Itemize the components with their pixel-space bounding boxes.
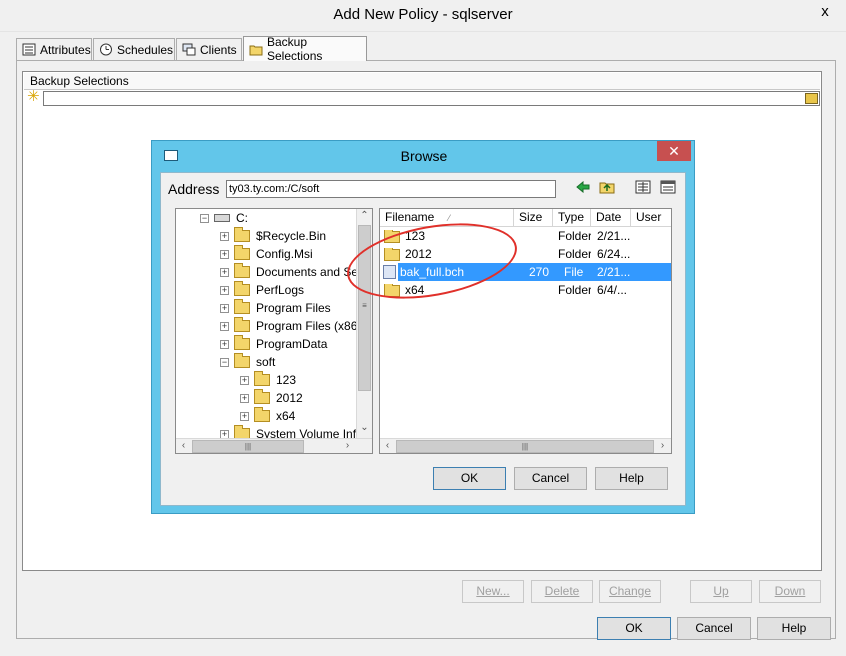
browse-dialog: Browse ✕ Address ty03.ty.com:/C/soft − C… <box>151 140 695 514</box>
dialog-title: Browse <box>400 148 448 164</box>
dialog-cancel-button[interactable]: Cancel <box>514 467 587 490</box>
window-title: Add New Policy - sqlserver <box>333 6 513 23</box>
scroll-thumb[interactable]: ||| <box>192 440 304 453</box>
clock-icon <box>99 43 113 56</box>
tree-item[interactable]: + Program Files (x86) <box>220 317 361 335</box>
folder-icon <box>254 371 270 386</box>
folder-icon <box>254 407 270 422</box>
folder-icon <box>234 317 250 332</box>
tree-item-soft[interactable]: − soft <box>220 353 275 371</box>
up-button[interactable]: Up <box>690 580 752 603</box>
tab-label: Backup Selections <box>267 35 323 63</box>
tab-clients[interactable]: Clients <box>176 38 242 60</box>
cancel-button[interactable]: Cancel <box>677 617 751 640</box>
expand-icon[interactable]: + <box>220 321 229 331</box>
details-view-icon[interactable] <box>659 178 677 196</box>
tab-attributes[interactable]: Attributes <box>16 38 92 60</box>
up-folder-icon[interactable] <box>598 178 616 196</box>
tab-schedules[interactable]: Schedules <box>93 38 175 60</box>
dialog-help-button[interactable]: Help <box>595 467 668 490</box>
tab-label: Attributes <box>40 42 91 57</box>
tab-backup-selections[interactable]: Backup Selections <box>243 35 367 63</box>
expand-icon[interactable]: + <box>240 375 249 385</box>
backup-selections-header: Backup Selections <box>24 73 820 90</box>
collapse-icon[interactable]: − <box>220 357 229 367</box>
expand-icon[interactable]: + <box>220 231 229 241</box>
scroll-left-icon[interactable]: ‹ <box>380 439 395 453</box>
tree-item[interactable]: +2012 <box>240 389 303 407</box>
column-header-date[interactable]: Date <box>591 209 631 227</box>
collapse-icon[interactable]: − <box>200 213 209 223</box>
tree-item[interactable]: +123 <box>240 371 296 389</box>
folder-icon <box>234 299 250 314</box>
tree-item[interactable]: + PerfLogs <box>220 281 304 299</box>
down-button[interactable]: Down <box>759 580 821 603</box>
drive-icon <box>214 214 230 222</box>
tree-item[interactable]: + Documents and Se <box>220 263 358 281</box>
expand-icon[interactable]: + <box>240 411 249 421</box>
help-button[interactable]: Help <box>757 617 831 640</box>
change-button[interactable]: Change <box>599 580 661 603</box>
column-header-size[interactable]: Size <box>514 209 553 227</box>
expand-icon[interactable]: + <box>220 339 229 349</box>
column-header-type[interactable]: Type <box>553 209 591 227</box>
tree-item-drive-c[interactable]: − C: <box>200 209 248 227</box>
tab-label: Clients <box>200 42 237 57</box>
folder-open-icon <box>234 353 250 368</box>
back-arrow-icon[interactable] <box>574 178 592 196</box>
folder-icon <box>254 389 270 404</box>
tree-horizontal-scrollbar[interactable]: ‹ ||| › <box>176 438 372 453</box>
folder-icon <box>234 281 250 296</box>
computer-icon <box>182 43 196 56</box>
expand-icon[interactable]: + <box>220 267 229 277</box>
folder-icon <box>234 335 250 350</box>
ok-button[interactable]: OK <box>597 617 671 640</box>
expand-icon[interactable]: + <box>240 393 249 403</box>
tree-item[interactable]: + ProgramData <box>220 335 327 353</box>
selection-entry-field[interactable] <box>43 91 820 106</box>
new-star-icon[interactable]: ✳ <box>27 89 41 104</box>
list-horizontal-scrollbar[interactable]: ‹ ||| › <box>380 438 671 453</box>
dialog-close-button[interactable]: ✕ <box>657 141 691 161</box>
tab-label: Schedules <box>117 42 174 57</box>
folder-icon <box>234 227 250 242</box>
tree-item[interactable]: + Config.Msi <box>220 245 313 263</box>
scroll-up-icon[interactable]: ⌃ <box>357 209 372 224</box>
folder-browse-icon[interactable] <box>805 93 818 104</box>
window-close-button[interactable]: x <box>808 2 842 24</box>
folder-icon <box>234 245 250 260</box>
tree-item[interactable]: + x64 <box>240 407 295 425</box>
expand-icon[interactable]: + <box>220 285 229 295</box>
folder-tree[interactable]: − C: + $Recycle.Bin + Config.Msi + Document… <box>175 208 373 454</box>
scroll-thumb[interactable]: ||| <box>396 440 654 453</box>
sort-icon: ⁄ <box>448 213 450 223</box>
address-label: Address <box>168 181 220 197</box>
folder-icon <box>249 43 263 56</box>
list-icon <box>22 43 36 56</box>
tree-item[interactable]: + $Recycle.Bin <box>220 227 326 245</box>
folder-icon <box>234 263 250 278</box>
expand-icon[interactable]: + <box>220 303 229 313</box>
scroll-down-icon[interactable]: ⌄ <box>357 421 372 436</box>
dialog-ok-button[interactable]: OK <box>433 467 506 490</box>
column-header-user[interactable]: User <box>631 209 671 227</box>
scroll-left-icon[interactable]: ‹ <box>176 439 191 453</box>
scroll-right-icon[interactable]: › <box>340 439 355 453</box>
address-input[interactable]: ty03.ty.com:/C/soft <box>226 180 556 198</box>
tree-item[interactable]: + Program Files <box>220 299 331 317</box>
delete-button[interactable]: Delete <box>531 580 593 603</box>
expand-icon[interactable]: + <box>220 249 229 259</box>
list-view-icon[interactable] <box>634 178 652 196</box>
new-button[interactable]: New... <box>462 580 524 603</box>
scroll-right-icon[interactable]: › <box>655 439 670 453</box>
tree-vertical-scrollbar[interactable]: ⌃ ≡ ⌄ <box>356 209 372 438</box>
